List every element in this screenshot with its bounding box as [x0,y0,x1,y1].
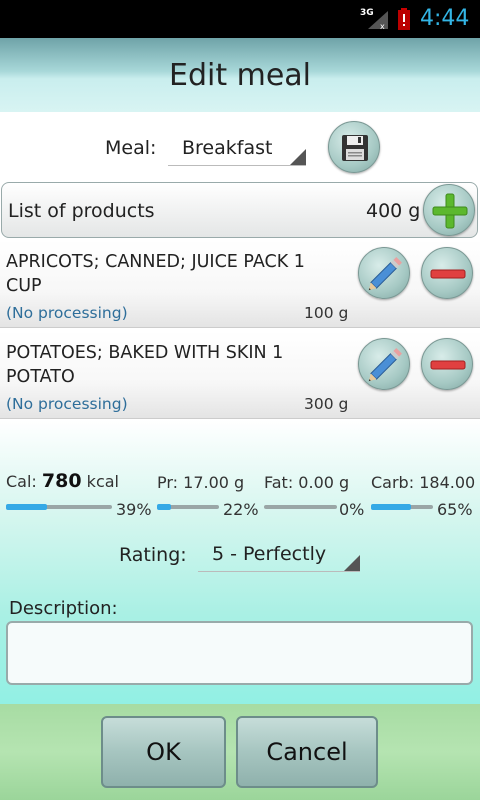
product-row[interactable]: POTATOES; BAKED WITH SKIN 1 POTATO (No p… [0,331,480,419]
plus-icon [432,193,468,229]
calories-progress-fill [6,504,48,510]
svg-text:x: x [380,22,385,30]
meal-label: Meal: [105,137,157,159]
edit-product-button[interactable] [358,338,410,390]
meal-spinner-value: Breakfast [182,137,273,159]
carb-progress-fill [371,504,412,510]
product-weight: 100 g [304,304,349,322]
clock: 4:44 [420,6,470,31]
rating-label: Rating: [119,544,187,566]
products-header: List of products 400 g [1,182,478,238]
product-processing: (No processing) [6,395,128,413]
dropdown-triangle-icon [344,555,360,571]
fat-value: 0.00 g [298,473,350,492]
rating-spinner-value: 5 - Perfectly [212,543,327,565]
ok-button[interactable]: OK [101,716,226,788]
delete-product-button[interactable] [421,247,473,299]
product-name: APRICOTS; CANNED; JUICE PACK 1 CUP [6,252,305,296]
calories-value: 780 [41,470,82,492]
description-label: Description: [9,598,118,619]
protein-progress-fill [157,504,171,510]
protein-value: 17.00 g [183,473,245,492]
cancel-button[interactable]: Cancel [236,716,378,788]
calories-label: Cal: 780 kcal [6,470,119,492]
floppy-disk-icon [342,135,368,161]
pencil-icon [368,257,402,291]
meal-spinner[interactable]: Breakfast [168,130,306,166]
minus-icon [430,269,466,279]
carb-label: Carb: 184.00 [371,473,476,492]
protein-label: Pr: 17.00 g [157,473,245,492]
products-header-label: List of products [8,200,155,222]
minus-icon [430,360,466,370]
product-processing: (No processing) [6,304,128,322]
fat-label: Fat: 0.00 g [264,473,350,492]
page-title: Edit meal [168,58,312,93]
carb-percent: 65% [437,500,473,519]
calories-unit: kcal [86,472,119,491]
bottom-button-bar: OK Cancel [0,704,480,800]
edit-meal-form: Meal: Breakfast List of products 400 g A… [0,112,480,704]
status-bar: 3G x 4:44 [0,0,480,38]
dropdown-triangle-icon [290,149,306,165]
products-total-weight: 400 g [366,200,421,222]
product-row[interactable]: APRICOTS; CANNED; JUICE PACK 1 CUP (No p… [0,240,480,328]
carb-progress-bar [371,504,433,510]
description-field[interactable] [6,621,473,685]
delete-product-button[interactable] [421,338,473,390]
signal-icon: x [368,11,388,30]
pencil-icon [368,348,402,382]
protein-progress-bar [157,504,219,510]
title-bar: Edit meal [0,38,480,112]
fat-percent: 0% [339,500,365,519]
product-name: POTATOES; BAKED WITH SKIN 1 POTATO [6,343,284,387]
product-weight: 300 g [304,395,349,413]
carb-value: 184.00 [419,473,476,492]
save-button[interactable] [328,121,380,173]
calories-percent: 39% [116,500,152,519]
battery-icon [398,8,410,30]
fat-progress-bar [264,505,337,509]
calories-progress-bar [6,504,112,510]
rating-spinner[interactable]: 5 - Perfectly [198,536,360,572]
add-product-button[interactable] [423,184,475,236]
protein-percent: 22% [223,500,259,519]
edit-product-button[interactable] [358,247,410,299]
